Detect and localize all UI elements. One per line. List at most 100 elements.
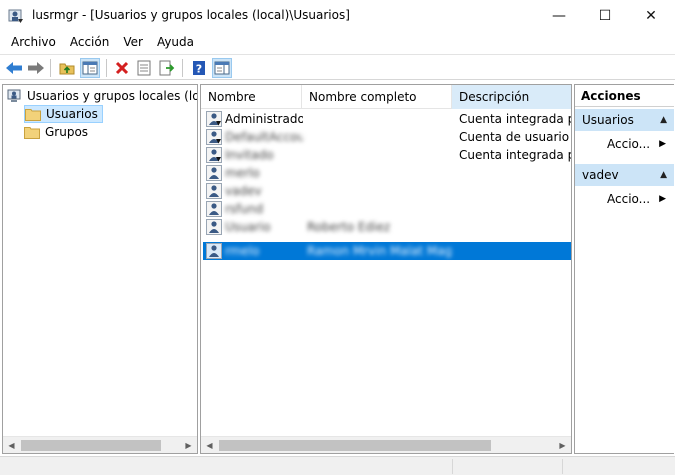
column-nombre[interactable]: Nombre: [201, 85, 302, 109]
column-nombre-completo[interactable]: Nombre completo: [302, 85, 452, 109]
up-folder-icon: [59, 63, 75, 75]
actions-pane: Acciones Usuarios ▲ Accio... ▶ vadev ▲ A…: [574, 84, 674, 454]
user-name: merlo: [225, 166, 260, 180]
toolbar: ?: [0, 54, 675, 80]
show-hide-tree-icon: [82, 61, 98, 75]
table-row-selected[interactable]: rmelo Ramon Mrvin Malat Magual: [203, 242, 571, 260]
folder-icon: [24, 126, 40, 139]
status-divider: [562, 459, 563, 474]
column-header: Nombre Nombre completo Descripción: [201, 85, 571, 109]
show-action-pane-icon: [214, 61, 230, 75]
actions-section-vadev[interactable]: vadev ▲: [575, 164, 674, 186]
up-folder-button[interactable]: [57, 58, 77, 78]
tree-node-grupos[interactable]: Grupos: [24, 123, 92, 141]
title-bar: lusrmgr - [Usuarios y grupos locales (lo…: [0, 0, 675, 32]
collapse-up-icon[interactable]: ▲: [660, 170, 667, 180]
export-list-icon: [159, 60, 175, 76]
scroll-left-icon[interactable]: ◀: [201, 437, 218, 453]
show-hide-tree-button[interactable]: [80, 58, 100, 78]
computer-users-icon: [7, 89, 21, 102]
scroll-left-icon[interactable]: ◀: [3, 437, 20, 453]
status-divider: [452, 459, 453, 474]
user-icon: [206, 129, 222, 145]
menu-ver[interactable]: Ver: [116, 35, 150, 49]
column-descripcion[interactable]: Descripción: [452, 85, 571, 109]
user-icon: [206, 243, 222, 259]
maximize-button[interactable]: ☐: [582, 0, 628, 32]
properties-icon: [137, 60, 151, 76]
user-name: Administrador: [225, 112, 303, 126]
back-arrow-icon: [6, 62, 22, 74]
folder-icon: [25, 108, 41, 121]
user-icon: [206, 111, 222, 127]
close-icon: ✕: [645, 8, 657, 24]
table-row[interactable]: vadev: [203, 182, 571, 200]
user-full-name: Ramon Mrvin Malat Magual: [307, 244, 451, 258]
actions-header: Acciones: [575, 85, 674, 107]
toolbar-separator: [50, 59, 51, 77]
scroll-thumb[interactable]: [21, 440, 161, 451]
user-name: Invitado: [225, 148, 274, 162]
table-row[interactable]: merlo: [203, 164, 571, 182]
user-name: rsfund: [225, 202, 264, 216]
window-title: lusrmgr - [Usuarios y grupos locales (lo…: [32, 8, 350, 22]
user-name: DefaultAccount: [225, 130, 303, 144]
close-button[interactable]: ✕: [628, 0, 674, 32]
actions-section-usuarios[interactable]: Usuarios ▲: [575, 109, 674, 131]
actions-section-title: Usuarios: [582, 113, 634, 127]
scroll-right-icon[interactable]: ▶: [180, 437, 197, 453]
user-name: rmelo: [225, 244, 260, 258]
user-list-pane: Nombre Nombre completo Descripción Admin…: [200, 84, 572, 454]
menu-archivo[interactable]: Archivo: [4, 35, 63, 49]
help-icon: ?: [193, 61, 205, 76]
user-icon: [206, 201, 222, 217]
users-app-icon: [8, 9, 23, 23]
delete-button[interactable]: [112, 58, 132, 78]
minimize-icon: —: [552, 8, 566, 24]
list-horizontal-scrollbar[interactable]: ◀ ▶: [201, 436, 571, 453]
user-description: Cuenta integrada par: [459, 148, 571, 162]
user-name: Usuario: [225, 220, 271, 234]
table-row[interactable]: Invitado Cuenta integrada par: [203, 146, 571, 164]
menu-bar: Archivo Acción Ver Ayuda: [0, 32, 675, 52]
scroll-thumb[interactable]: [219, 440, 491, 451]
actions-more-item[interactable]: Accio...: [607, 192, 650, 206]
tree-horizontal-scrollbar[interactable]: ◀ ▶: [3, 436, 197, 453]
table-row[interactable]: rsfund: [203, 200, 571, 218]
user-description: Cuenta integrada par: [459, 112, 571, 126]
table-row[interactable]: Usuario Roberto Ediez: [203, 218, 571, 236]
user-icon: [206, 147, 222, 163]
submenu-arrow-icon: ▶: [659, 194, 666, 204]
menu-accion[interactable]: Acción: [63, 35, 116, 49]
svg-text:?: ?: [196, 63, 202, 76]
toolbar-separator: [182, 59, 183, 77]
back-button[interactable]: [4, 58, 24, 78]
user-description: Cuenta de usuario ad: [459, 130, 571, 144]
actions-more-item[interactable]: Accio...: [607, 137, 650, 151]
properties-button[interactable]: [134, 58, 154, 78]
user-icon: [206, 219, 222, 235]
tree-node-label: Usuarios: [46, 107, 98, 121]
tree-root[interactable]: Usuarios y grupos locales (local): [7, 88, 197, 104]
forward-arrow-icon: [28, 62, 44, 74]
minimize-button[interactable]: —: [536, 0, 582, 32]
export-list-button[interactable]: [157, 58, 177, 78]
console-tree-pane: Usuarios y grupos locales (local) Usuari…: [2, 84, 198, 454]
forward-button[interactable]: [26, 58, 46, 78]
collapse-up-icon[interactable]: ▲: [660, 115, 667, 125]
user-icon: [206, 165, 222, 181]
show-action-pane-button[interactable]: [212, 58, 232, 78]
menu-ayuda[interactable]: Ayuda: [150, 35, 201, 49]
user-name: vadev: [225, 184, 262, 198]
user-icon: [206, 183, 222, 199]
maximize-icon: ☐: [598, 8, 612, 24]
user-full-name: Roberto Ediez: [307, 220, 391, 234]
scroll-right-icon[interactable]: ▶: [554, 437, 571, 453]
table-row[interactable]: Administrador Cuenta integrada par: [203, 110, 571, 128]
table-row[interactable]: DefaultAccount Cuenta de usuario ad: [203, 128, 571, 146]
help-button[interactable]: ?: [189, 58, 209, 78]
tree-root-label: Usuarios y grupos locales (local): [27, 89, 197, 103]
status-bar: [0, 456, 675, 475]
toolbar-separator: [106, 59, 107, 77]
tree-node-usuarios[interactable]: Usuarios: [24, 105, 103, 123]
